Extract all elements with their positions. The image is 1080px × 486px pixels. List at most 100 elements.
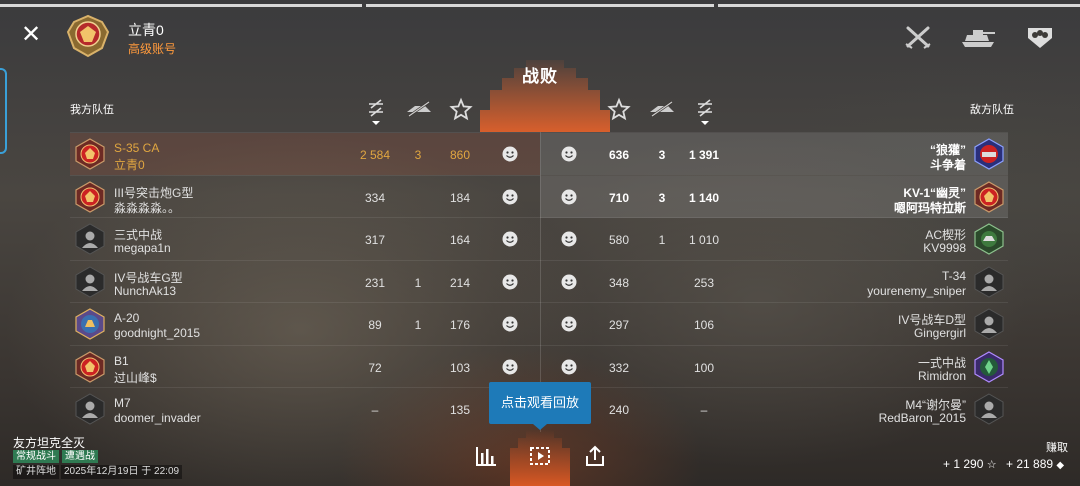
ally-avatar (75, 223, 105, 255)
player-name: 立青0 (128, 22, 164, 38)
enemy-player-name: RedBaron_2015 (878, 411, 966, 425)
share-icon[interactable] (583, 444, 607, 468)
ally-team-label: 我方队伍 (70, 104, 114, 116)
ally-vehicle-name: S-35 CA (114, 141, 160, 155)
enemy-emote-icon[interactable] (561, 231, 577, 247)
table-row[interactable]: IV号战车G型 NunchAk13 231 1 214 348 253 T-34 yourene… (70, 259, 1008, 302)
enemy-emote-icon[interactable] (561, 146, 577, 162)
ally-avatar (75, 180, 105, 213)
star-icon[interactable] (448, 96, 474, 126)
enemy-avatar (974, 350, 1004, 383)
map-name: 矿井阵地 (13, 465, 59, 479)
earned-exp: + 1 290 ☆ (943, 457, 997, 471)
ally-exp: 860 (449, 148, 471, 162)
enemy-avatar (974, 180, 1004, 213)
enemy-kills-icon[interactable] (648, 96, 676, 126)
ally-player-name: goodnight_2015 (114, 326, 201, 340)
ally-exp: 176 (449, 318, 471, 332)
enemy-avatar (974, 308, 1004, 340)
ally-player-name: 立青0 (114, 158, 145, 172)
ally-player-name: megapa1n (114, 241, 171, 255)
ally-player-name: 淼淼淼淼。。 (114, 200, 181, 215)
enemy-player-name: Rimidron (917, 368, 966, 383)
enemy-damage: 253 (693, 275, 715, 290)
stats-icon[interactable] (474, 444, 498, 468)
ally-avatar (75, 308, 105, 340)
enemy-exp: 240 (608, 403, 630, 417)
table-row[interactable]: A-20 goodnight_2015 89 1 176 297 106 IV号战车D型 Gin… (70, 302, 1008, 344)
enemy-vehicle-name: T-34 (941, 268, 966, 283)
tank-icon[interactable] (960, 24, 996, 50)
battle-datetime: 2025年12月19日 于 22:09 (61, 465, 183, 479)
enemy-player-name: yourenemy_sniper (867, 283, 966, 298)
enemy-player-name: 嗯阿玛特拉斯 (893, 200, 966, 215)
ally-emote-icon[interactable] (502, 316, 518, 332)
enemy-player-name: KV9998 (923, 241, 966, 255)
crew-icon[interactable] (1024, 24, 1056, 50)
ally-damage: 72 (368, 360, 382, 375)
ally-emote-icon[interactable] (502, 146, 518, 162)
ally-emote-icon[interactable] (502, 274, 518, 290)
table-row[interactable]: III号突击炮G型 淼淼淼淼。。 334 184 710 3 1 140 KV-1“幽灵” 嗯阿… (70, 174, 1008, 218)
ally-emote-icon[interactable] (502, 359, 518, 375)
ally-exp: 135 (449, 403, 471, 417)
enemy-emote-icon[interactable] (561, 189, 577, 205)
ally-vehicle-name: A-20 (114, 311, 140, 325)
enemy-damage-sort-icon[interactable] (692, 96, 718, 126)
close-button[interactable]: ✕ (20, 23, 42, 47)
enemy-emote-icon[interactable] (561, 359, 577, 375)
table-row[interactable]: 三式中战 megapa1n 317 164 580 1 1 010 AC楔形 KV9998 (70, 217, 1008, 259)
ally-emote-icon[interactable] (502, 231, 518, 247)
enemy-exp: 332 (608, 360, 630, 375)
ally-vehicle-name: B1 (114, 353, 129, 368)
enemy-exp: 348 (608, 275, 630, 290)
crossed-swords-icon[interactable] (902, 24, 934, 50)
enemy-emote-icon[interactable] (561, 316, 577, 332)
ally-exp: 184 (449, 190, 471, 205)
ally-vehicle-name: M7 (114, 396, 131, 410)
replay-icon[interactable] (528, 444, 552, 468)
account-type: 高级账号 (128, 42, 177, 56)
battle-result-title: 战败 (522, 67, 558, 86)
table-row[interactable]: S-35 CA 立青0 2 584 3 860 636 3 1 391 “狼獾” 斗争着 (70, 132, 1008, 175)
top-bar-3 (718, 4, 1080, 7)
ally-player-name: 过山峰$ (114, 370, 157, 385)
enemy-damage: 106 (693, 318, 715, 332)
damage-sort-icon[interactable] (363, 96, 389, 126)
watch-replay-button[interactable]: 点击观看回放 (489, 382, 591, 430)
player-rank-emblem (66, 14, 110, 58)
ally-emote-icon[interactable] (502, 189, 518, 205)
enemy-damage: 100 (693, 360, 715, 375)
ally-damage: – (371, 403, 379, 417)
battle-mode-tag: 遭遇战 (62, 450, 98, 463)
enemy-emote-icon[interactable] (561, 274, 577, 290)
kills-icon[interactable] (405, 96, 433, 126)
enemy-player-name: 斗争着 (929, 158, 966, 172)
enemy-exp: 297 (608, 318, 630, 332)
exp-star-icon: ☆ (986, 459, 997, 471)
ally-exp: 164 (449, 233, 471, 247)
ally-avatar (75, 265, 105, 298)
enemy-damage: 1 010 (688, 233, 720, 247)
side-drawer-tab[interactable] (0, 68, 7, 154)
enemy-avatar (974, 265, 1004, 298)
top-bar-2 (366, 4, 714, 7)
ally-damage: 334 (364, 190, 386, 205)
enemy-team-label: 敌方队伍 (970, 104, 1014, 116)
ally-avatar (75, 393, 105, 425)
ally-avatar (75, 138, 105, 170)
enemy-avatar (974, 138, 1004, 170)
enemy-star-icon[interactable] (606, 96, 632, 126)
earn-label: 赚取 (1046, 442, 1068, 454)
earned-credits: + 21 889 ◆ (1006, 457, 1064, 471)
credits-icon: ◆ (1056, 460, 1065, 471)
ally-exp: 214 (449, 275, 471, 290)
table-row[interactable]: B1 过山峰$ 72 103 332 100 一式中战 Rimidron (70, 344, 1008, 387)
enemy-damage: 1 391 (688, 148, 720, 162)
battle-outcome-text: 友方坦克全灭 (13, 436, 86, 450)
enemy-damage: 1 140 (688, 190, 720, 205)
ally-player-name: NunchAk13 (114, 283, 177, 298)
earned-credits-value: + 21 889 (1006, 457, 1054, 471)
map-info: 矿井阵地 2025年12月19日 于 22:09 (13, 465, 184, 479)
earned-exp-value: + 1 290 (943, 457, 984, 471)
